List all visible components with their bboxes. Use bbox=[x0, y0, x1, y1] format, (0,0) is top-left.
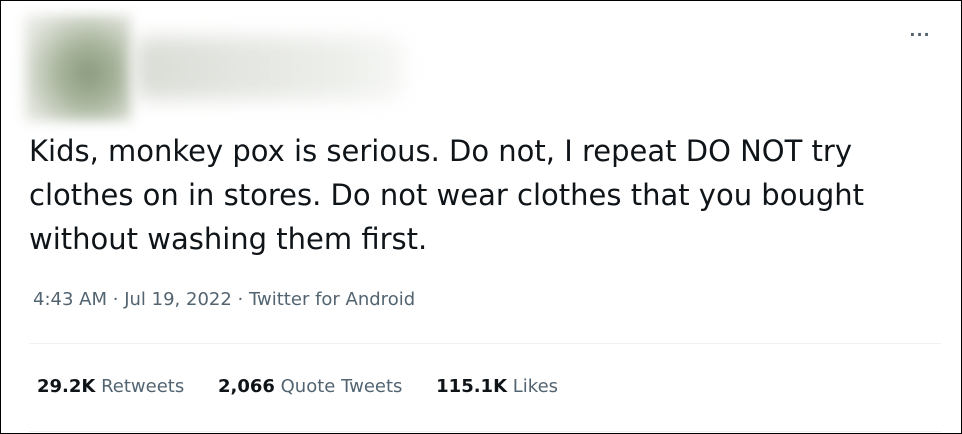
quote-tweets-stat[interactable]: 2,066 Quote Tweets bbox=[218, 376, 402, 397]
more-horizontal-icon[interactable]: ··· bbox=[905, 25, 935, 45]
author-name-redacted bbox=[135, 37, 405, 99]
meta-separator: · bbox=[237, 289, 244, 310]
tweet-author-header bbox=[25, 15, 405, 121]
tweet-card: ··· Kids, monkey pox is serious. Do not,… bbox=[0, 0, 962, 434]
likes-stat[interactable]: 115.1K Likes bbox=[436, 376, 558, 397]
meta-separator: · bbox=[112, 289, 119, 310]
tweet-date[interactable]: Jul 19, 2022 bbox=[124, 289, 232, 310]
quote-tweets-count: 2,066 bbox=[217, 376, 275, 397]
likes-label: Likes bbox=[512, 376, 559, 397]
quote-tweets-label: Quote Tweets bbox=[280, 376, 403, 397]
divider bbox=[29, 343, 941, 344]
retweets-count: 29.2K bbox=[37, 376, 96, 397]
retweets-label: Retweets bbox=[101, 376, 185, 397]
retweets-stat[interactable]: 29.2K Retweets bbox=[37, 376, 184, 397]
tweet-source[interactable]: Twitter for Android bbox=[249, 289, 415, 310]
likes-count: 115.1K bbox=[436, 376, 508, 397]
tweet-text: Kids, monkey pox is serious. Do not, I r… bbox=[29, 134, 864, 256]
divider bbox=[29, 431, 941, 432]
tweet-time[interactable]: 4:43 AM bbox=[33, 289, 107, 310]
tweet-metadata: 4:43 AM · Jul 19, 2022 · Twitter for And… bbox=[33, 289, 415, 310]
avatar[interactable] bbox=[25, 15, 131, 121]
tweet-stats: 29.2K Retweets 2,066 Quote Tweets 115.1K… bbox=[37, 376, 586, 397]
